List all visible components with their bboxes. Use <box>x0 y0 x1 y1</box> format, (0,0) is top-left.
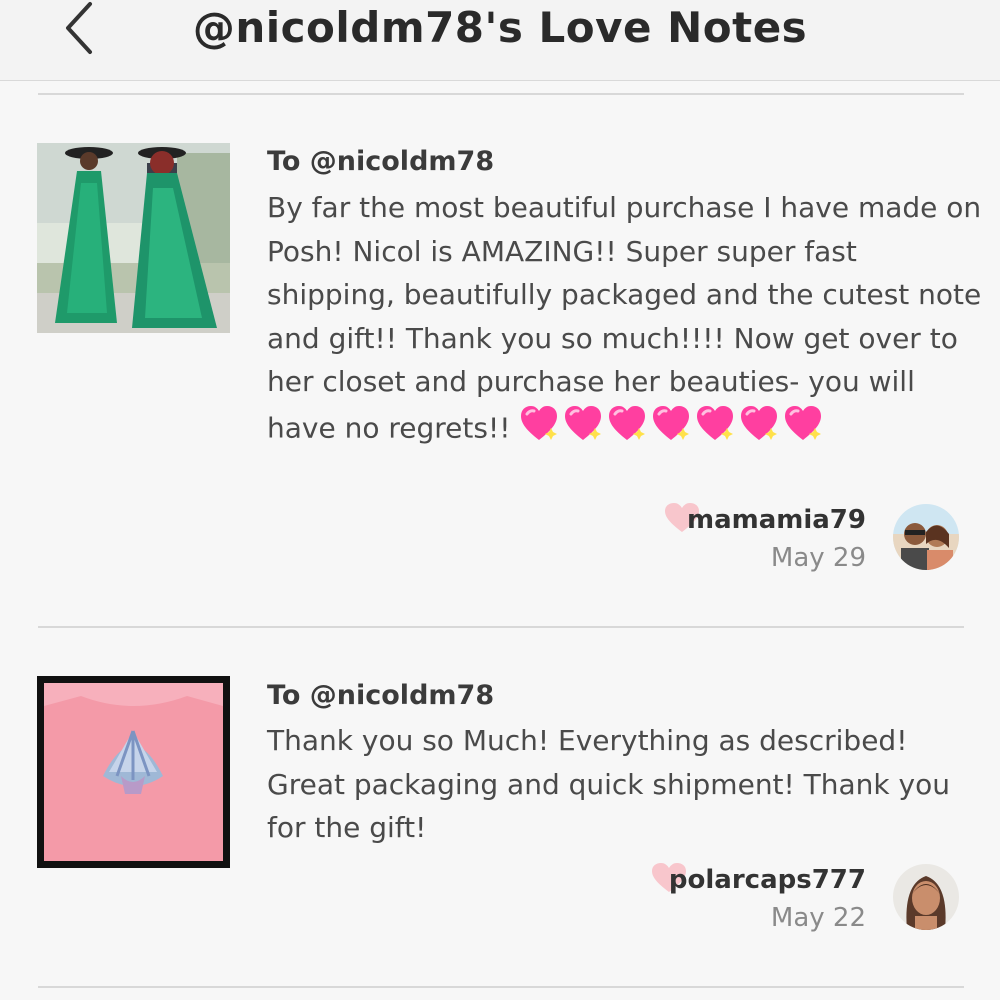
recipient-label: To @nicoldm78 <box>267 680 495 711</box>
header-bar: @nicoldm78's Love Notes <box>0 0 1000 81</box>
sparkling-heart-icon <box>651 404 691 455</box>
page-title: @nicoldm78's Love Notes <box>192 3 808 52</box>
sparkling-heart-icon <box>607 404 647 455</box>
sparkling-heart-icon <box>739 404 779 455</box>
note-message: Thank you so Much! Everything as describ… <box>267 724 950 844</box>
listing-thumbnail[interactable] <box>37 143 230 333</box>
note-date: May 29 <box>770 543 866 573</box>
author-username[interactable]: polarcaps777 <box>669 865 866 895</box>
note-message: By far the most beautiful purchase I hav… <box>267 186 982 454</box>
sparkling-heart-icon <box>695 404 735 455</box>
divider <box>38 626 964 628</box>
listing-thumbnail[interactable] <box>37 676 230 868</box>
sparkling-heart-icon <box>519 404 559 455</box>
author-username[interactable]: mamamia79 <box>687 505 866 535</box>
emoji-row <box>519 405 827 444</box>
sparkling-heart-icon <box>563 404 603 455</box>
note-date: May 22 <box>770 903 866 933</box>
divider <box>38 986 964 988</box>
avatar[interactable] <box>893 504 959 570</box>
recipient-label: To @nicoldm78 <box>267 146 495 177</box>
divider <box>38 93 964 95</box>
sparkling-heart-icon <box>783 404 823 455</box>
avatar[interactable] <box>893 864 959 930</box>
